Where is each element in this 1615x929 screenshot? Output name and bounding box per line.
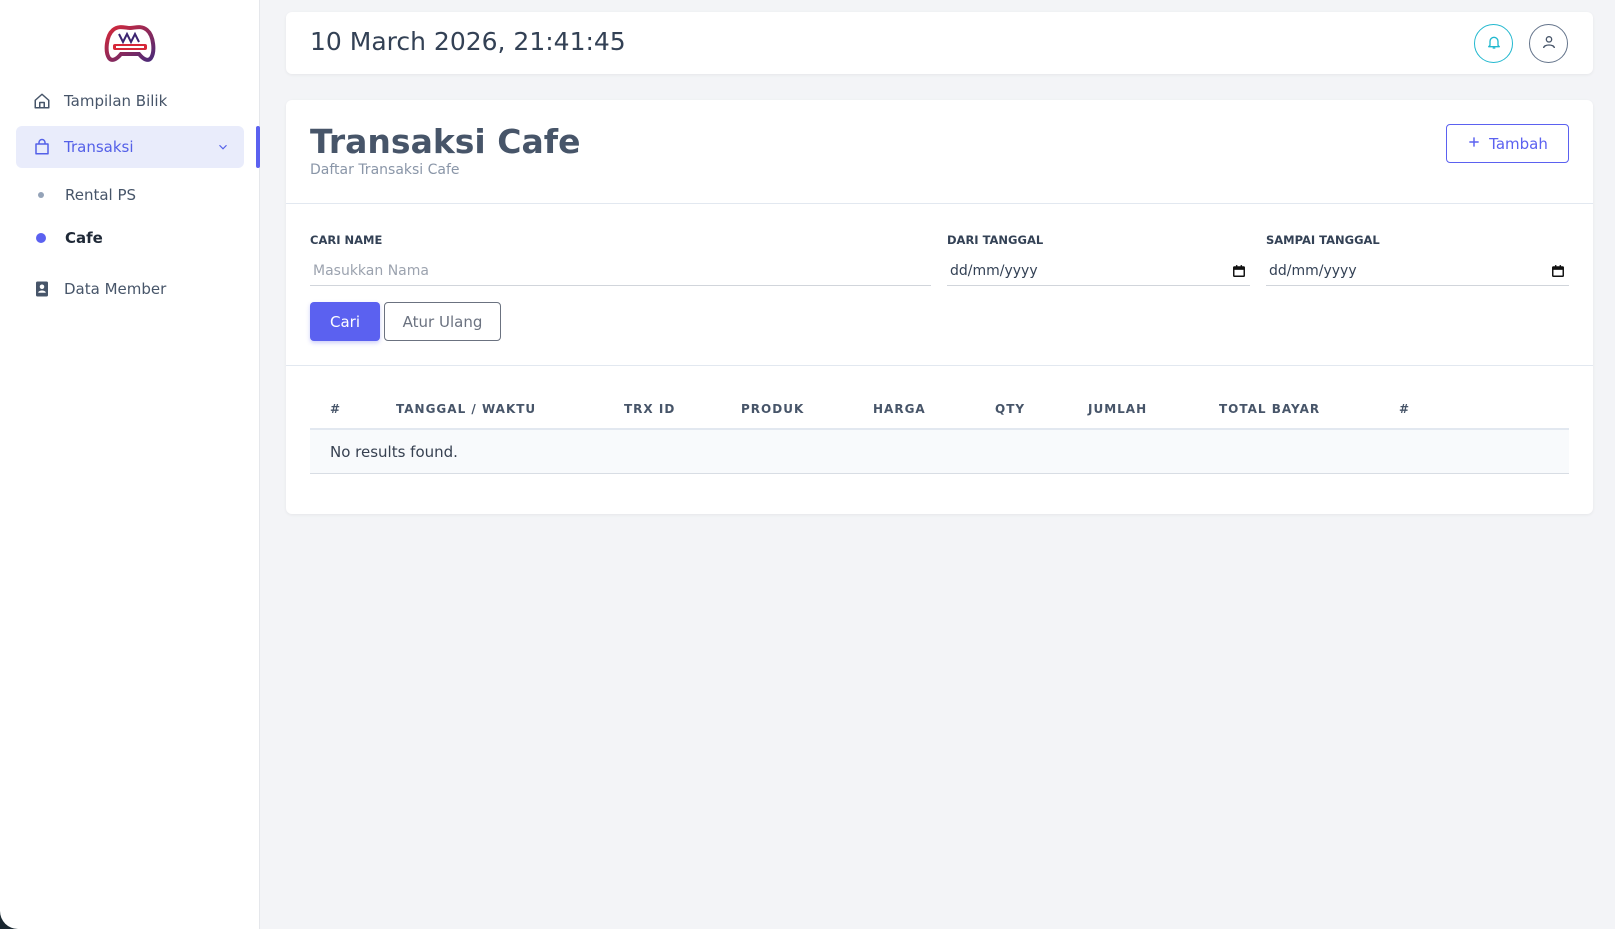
column-header-qty: QTY [995, 402, 1026, 416]
search-button[interactable]: Cari [310, 302, 380, 341]
name-filter-label: CARI NAME [310, 233, 383, 247]
top-bar: 10 March 2026, 21:41:45 [286, 12, 1593, 74]
sidebar: Tampilan Bilik Transaksi Rental PS Cafe … [0, 0, 260, 929]
to-date-value: dd/mm/yyyy [1269, 262, 1357, 279]
from-date-value: dd/mm/yyyy [950, 262, 1038, 279]
table-empty-row: No results found. [310, 430, 1569, 474]
column-header-actions: # [1399, 402, 1411, 416]
sidebar-item-tampilan-bilik[interactable]: Tampilan Bilik [16, 80, 244, 122]
bell-icon [1486, 34, 1502, 54]
calendar-icon[interactable] [1551, 264, 1565, 278]
contact-book-icon [33, 280, 51, 298]
user-icon [1541, 34, 1557, 54]
sidebar-subitem-rental-ps[interactable]: Rental PS [16, 178, 244, 212]
name-search-input[interactable]: Masukkan Nama [310, 256, 931, 286]
sidebar-subitem-label: Cafe [65, 229, 103, 247]
sidebar-subitem-cafe[interactable]: Cafe [16, 221, 244, 255]
user-menu-button[interactable] [1529, 24, 1568, 63]
sidebar-item-label: Tampilan Bilik [64, 92, 168, 110]
page-subtitle: Daftar Transaksi Cafe [310, 162, 460, 178]
column-header-datetime: TANGGAL / WAKTU [396, 402, 537, 416]
home-icon [33, 92, 51, 110]
from-date-label: DARI TANGGAL [947, 233, 1044, 247]
chevron-down-icon [216, 140, 230, 154]
to-date-label: SAMPAI TANGGAL [1266, 233, 1380, 247]
page-title: Transaksi Cafe [310, 122, 581, 161]
bullet-icon [36, 233, 46, 243]
divider [286, 203, 1593, 204]
column-header-price: HARGA [873, 402, 926, 416]
reset-button[interactable]: Atur Ulang [384, 302, 501, 341]
plus-icon [1467, 135, 1481, 153]
add-button[interactable]: Tambah [1446, 124, 1569, 163]
divider [286, 365, 1593, 366]
window-corner [0, 909, 20, 929]
column-header-amount: JUMLAH [1088, 402, 1148, 416]
add-button-label: Tambah [1489, 134, 1548, 153]
column-header-trx-id: TRX ID [624, 402, 676, 416]
to-date-input[interactable]: dd/mm/yyyy [1266, 256, 1569, 286]
shopping-bag-icon [33, 138, 51, 156]
calendar-icon[interactable] [1232, 264, 1246, 278]
notifications-button[interactable] [1474, 24, 1513, 63]
game-center-logo[interactable] [103, 22, 157, 64]
bullet-icon [38, 192, 44, 198]
from-date-input[interactable]: dd/mm/yyyy [947, 256, 1250, 286]
sidebar-item-transaksi[interactable]: Transaksi [16, 126, 244, 168]
active-indicator [256, 126, 260, 168]
column-header-index: # [330, 402, 342, 416]
transactions-card: Transaksi Cafe Daftar Transaksi Cafe Tam… [286, 100, 1593, 514]
sidebar-item-data-member[interactable]: Data Member [16, 268, 244, 310]
sidebar-item-label: Transaksi [64, 138, 134, 156]
sidebar-subitem-label: Rental PS [65, 186, 137, 204]
column-header-total: TOTAL BAYAR [1219, 402, 1321, 416]
current-datetime: 10 March 2026, 21:41:45 [310, 27, 626, 56]
sidebar-item-label: Data Member [64, 280, 167, 298]
column-header-product: PRODUK [741, 402, 805, 416]
